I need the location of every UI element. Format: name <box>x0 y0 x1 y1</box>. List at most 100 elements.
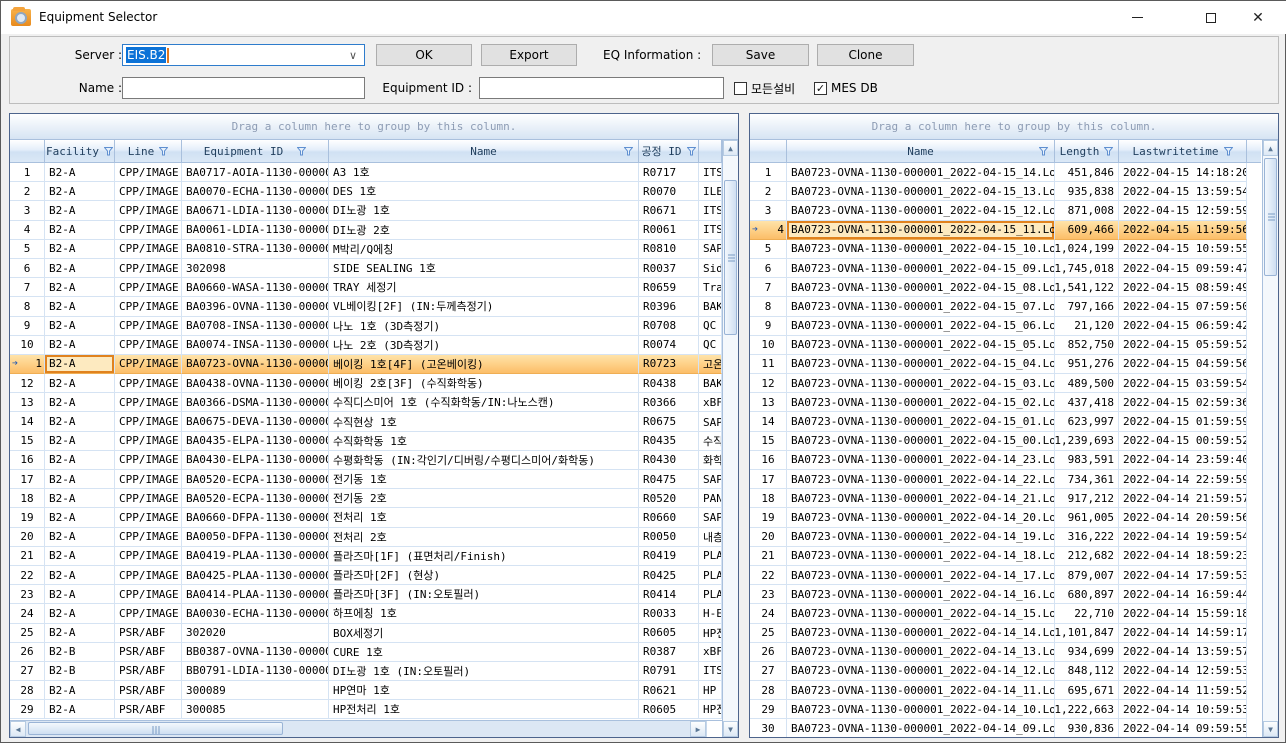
table-cell[interactable]: BA0723-OVNA-1130-000001_2022-04-14_17.Lo… <box>787 566 1055 585</box>
table-row[interactable]: 22BA0723-OVNA-1130-000001_2022-04-14_17.… <box>750 566 1262 585</box>
table-cell[interactable]: B2-A <box>45 489 115 508</box>
row-number-cell[interactable]: 1 <box>750 163 787 182</box>
row-number-cell[interactable]: 19 <box>10 508 45 527</box>
table-cell[interactable]: BA0723-OVNA-1130-000001_2022-04-15_03.Lo… <box>787 374 1055 393</box>
table-cell[interactable]: 1,745,018 <box>1055 259 1119 278</box>
table-row[interactable]: 25B2-APSR/ABF302020BOX세정기R0605HP전 <box>10 624 722 643</box>
table-cell[interactable]: BA0723-OVNA-1130-000001_2022-04-15_12.Lo… <box>787 201 1055 220</box>
row-number-cell[interactable]: 10 <box>750 336 787 355</box>
table-cell[interactable]: BA0723-OVNA-1130-000001_2022-04-15_04.Lo… <box>787 355 1055 374</box>
all-equipment-checkbox[interactable]: 모든설비 <box>734 80 795 96</box>
table-cell[interactable] <box>1247 643 1261 662</box>
filter-icon[interactable] <box>159 147 168 156</box>
table-cell[interactable]: CPP/IMAGE <box>115 470 182 489</box>
scroll-right-icon[interactable]: ▶ <box>690 721 706 737</box>
table-cell[interactable]: BA0708-INSA-1130-000001 <box>182 317 329 336</box>
table-cell[interactable]: PLAS <box>699 547 722 566</box>
table-cell[interactable]: R0438 <box>639 374 699 393</box>
export-button[interactable]: Export <box>481 44 577 66</box>
table-cell[interactable]: B2-A <box>45 240 115 259</box>
table-cell[interactable]: R0050 <box>639 528 699 547</box>
table-cell[interactable]: 935,838 <box>1055 182 1119 201</box>
table-cell[interactable]: QC G <box>699 336 722 355</box>
table-cell[interactable]: BA0396-OVNA-1130-000001 <box>182 297 329 316</box>
table-cell[interactable]: R0061 <box>639 221 699 240</box>
table-row[interactable]: 13BA0723-OVNA-1130-000001_2022-04-15_02.… <box>750 393 1262 412</box>
table-row[interactable]: 17BA0723-OVNA-1130-000001_2022-04-14_22.… <box>750 470 1262 489</box>
row-number-cell[interactable]: 29 <box>10 700 45 719</box>
row-number-cell[interactable]: 5 <box>10 240 45 259</box>
table-cell[interactable]: BA0660-WASA-1130-000001 <box>182 278 329 297</box>
row-number-cell[interactable]: 16 <box>750 451 787 470</box>
table-cell[interactable] <box>1247 585 1261 604</box>
table-cell[interactable]: R0810 <box>639 240 699 259</box>
table-cell[interactable]: BA0723-OVNA-1130-000001_2022-04-14_19.Lo… <box>787 528 1055 547</box>
row-number-cell[interactable]: 1 <box>10 163 45 182</box>
column-header-facility[interactable]: Facility <box>45 140 115 163</box>
row-number-cell[interactable]: 27 <box>10 662 45 681</box>
table-cell[interactable]: R0430 <box>639 451 699 470</box>
table-cell[interactable]: PANE <box>699 489 722 508</box>
table-cell[interactable]: BA0723-OVNA-1130-000001_2022-04-15_13.Lo… <box>787 182 1055 201</box>
table-cell[interactable]: BA0723-OVNA-1130-000001_2022-04-14_15.Lo… <box>787 604 1055 623</box>
table-cell[interactable]: 2022-04-15 10:59:55 <box>1119 240 1247 259</box>
table-row[interactable]: 8BA0723-OVNA-1130-000001_2022-04-15_07.L… <box>750 297 1262 316</box>
table-cell[interactable]: BA0671-LDIA-1130-000001 <box>182 201 329 220</box>
table-cell[interactable]: 전기동 2호 <box>329 489 639 508</box>
minimize-button[interactable] <box>1107 1 1167 34</box>
table-cell[interactable]: 수직 <box>699 432 722 451</box>
table-cell[interactable]: 2022-04-14 11:59:52 <box>1119 681 1247 700</box>
column-header-line[interactable]: Line <box>115 140 182 163</box>
row-number-cell[interactable]: 12 <box>750 374 787 393</box>
table-cell[interactable]: B2-B <box>45 643 115 662</box>
row-number-cell[interactable]: 13 <box>10 393 45 412</box>
table-cell[interactable] <box>1247 624 1261 643</box>
table-cell[interactable] <box>1247 297 1261 316</box>
table-cell[interactable]: 961,005 <box>1055 508 1119 527</box>
row-number-cell[interactable]: 20 <box>750 528 787 547</box>
table-cell[interactable]: CPP/IMAGE <box>115 317 182 336</box>
table-cell[interactable]: 플라즈마[3F] (IN:오토필러) <box>329 585 639 604</box>
table-cell[interactable]: HP전 <box>699 700 722 719</box>
table-cell[interactable]: 1,101,847 <box>1055 624 1119 643</box>
table-cell[interactable]: BA0723-OVNA-1130-000001_2022-04-14_12.Lo… <box>787 662 1055 681</box>
table-cell[interactable]: 316,222 <box>1055 528 1119 547</box>
table-row[interactable]: 21B2-ACPP/IMAGEBA0419-PLAA-1130-000001플라… <box>10 547 722 566</box>
row-number-cell[interactable]: 24 <box>10 604 45 623</box>
table-cell[interactable]: 951,276 <box>1055 355 1119 374</box>
table-cell[interactable]: 930,836 <box>1055 719 1119 737</box>
row-number-cell[interactable]: 3 <box>10 201 45 220</box>
table-row[interactable]: 10B2-ACPP/IMAGEBA0074-INSA-1130-000001나노… <box>10 336 722 355</box>
table-cell[interactable]: 전기동 1호 <box>329 470 639 489</box>
table-cell[interactable]: B2-A <box>45 547 115 566</box>
table-cell[interactable] <box>1247 681 1261 700</box>
table-cell[interactable]: 852,750 <box>1055 336 1119 355</box>
table-cell[interactable]: 871,008 <box>1055 201 1119 220</box>
table-row[interactable]: 11BA0723-OVNA-1130-000001_2022-04-15_04.… <box>750 355 1262 374</box>
table-cell[interactable]: 내층 <box>699 528 722 547</box>
table-cell[interactable]: CPP/IMAGE <box>115 201 182 220</box>
table-cell[interactable]: BA0723-OVNA-1130-000001_2022-04-15_14.Lo… <box>787 163 1055 182</box>
table-cell[interactable]: DI노광 2호 <box>329 221 639 240</box>
table-cell[interactable]: B2-A <box>45 259 115 278</box>
table-row[interactable]: 27BA0723-OVNA-1130-000001_2022-04-14_12.… <box>750 662 1262 681</box>
column-header-name[interactable]: Name <box>329 140 639 163</box>
table-cell[interactable]: B2-A <box>45 528 115 547</box>
table-row[interactable]: 2B2-ACPP/IMAGEBA0070-ECHA-1130-000001DES… <box>10 182 722 201</box>
table-cell[interactable]: 수직디스미어 1호 (수직화학동/IN:나노스캔) <box>329 393 639 412</box>
table-cell[interactable]: 2022-04-14 12:59:53 <box>1119 662 1247 681</box>
table-row[interactable]: 18BA0723-OVNA-1130-000001_2022-04-14_21.… <box>750 489 1262 508</box>
table-row[interactable]: 20B2-ACPP/IMAGEBA0050-DFPA-1130-000001전처… <box>10 528 722 547</box>
scroll-down-icon[interactable]: ▼ <box>723 721 738 737</box>
table-cell[interactable]: BA0030-ECHA-1130-000001 <box>182 604 329 623</box>
table-cell[interactable]: B2-A <box>45 221 115 240</box>
table-row[interactable]: 12B2-ACPP/IMAGEBA0438-OVNA-1130-000001베이… <box>10 374 722 393</box>
table-cell[interactable] <box>1247 604 1261 623</box>
row-number-cell[interactable]: 6 <box>10 259 45 278</box>
table-cell[interactable]: VL베이킹[2F] (IN:두께측정기) <box>329 297 639 316</box>
table-row[interactable]: 16BA0723-OVNA-1130-000001_2022-04-14_23.… <box>750 451 1262 470</box>
table-cell[interactable]: B2-A <box>45 374 115 393</box>
table-cell[interactable]: BA0723-OVNA-1130-000001_2022-04-15_08.Lo… <box>787 278 1055 297</box>
row-number-cell[interactable]: 14 <box>10 412 45 431</box>
row-number-cell[interactable]: 15 <box>750 432 787 451</box>
